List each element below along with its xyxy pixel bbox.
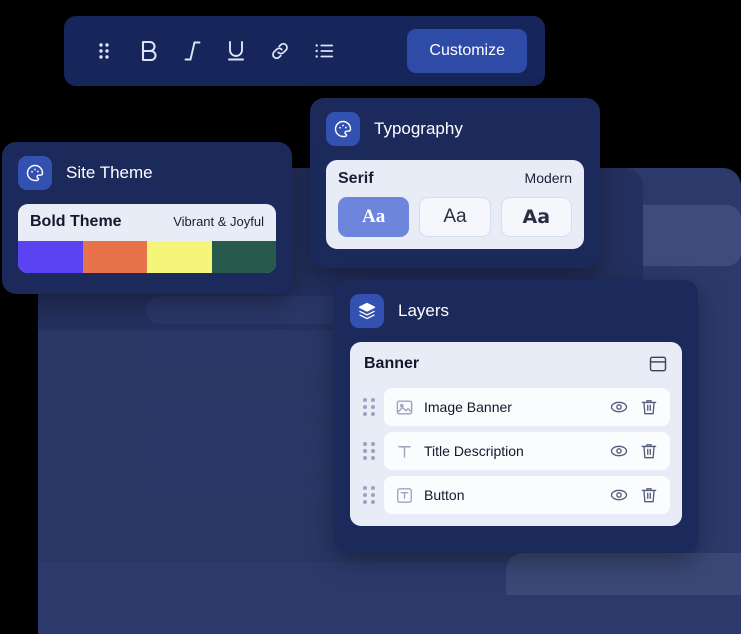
link-icon[interactable]: [258, 29, 302, 73]
underline-icon[interactable]: [214, 29, 258, 73]
site-theme-panel[interactable]: Bold Theme Vibrant & Joyful: [18, 204, 276, 273]
site-theme-card: Site Theme Bold Theme Vibrant & Joyful: [2, 142, 292, 294]
theme-mood: Vibrant & Joyful: [173, 214, 264, 229]
drag-handle-icon[interactable]: [362, 396, 376, 418]
color-swatch-1[interactable]: [18, 241, 83, 273]
drag-handle-icon[interactable]: [362, 440, 376, 462]
text-t-icon: [395, 442, 414, 461]
typography-options: Aa Aa Aa: [338, 197, 572, 237]
list-item[interactable]: Image Banner: [384, 388, 670, 426]
typography-option-sans[interactable]: Aa: [419, 197, 491, 237]
layers-card-header: Layers: [350, 294, 682, 328]
eye-icon[interactable]: [609, 485, 629, 505]
image-icon: [395, 398, 414, 417]
text-formatting-toolbar: Customize: [64, 16, 545, 86]
layer-row: Button: [362, 476, 670, 514]
button-boxed-t-icon: [395, 486, 414, 505]
bold-icon[interactable]: [126, 29, 170, 73]
layers-card: Layers Banner Image Banner Title Descrip…: [334, 280, 698, 552]
layers-icon: [350, 294, 384, 328]
eye-icon[interactable]: [609, 441, 629, 461]
palette-icon: [326, 112, 360, 146]
site-theme-labels: Bold Theme Vibrant & Joyful: [18, 204, 276, 241]
eye-icon[interactable]: [609, 397, 629, 417]
list-item[interactable]: Title Description: [384, 432, 670, 470]
drag-handle-icon[interactable]: [82, 29, 126, 73]
color-swatch-4[interactable]: [211, 241, 276, 273]
theme-name: Bold Theme: [30, 213, 122, 230]
trash-icon[interactable]: [639, 485, 659, 505]
palette-icon: [18, 156, 52, 190]
site-theme-card-header: Site Theme: [18, 156, 276, 190]
layers-section-header: Banner: [362, 352, 670, 382]
typography-card: Typography Serif Modern Aa Aa Aa: [310, 98, 600, 268]
bulleted-list-icon[interactable]: [302, 29, 346, 73]
layers-card-title: Layers: [398, 301, 450, 320]
typography-panel: Serif Modern Aa Aa Aa: [326, 160, 584, 249]
site-theme-card-title: Site Theme: [66, 163, 153, 182]
layers-panel: Banner Image Banner Title Description Bu…: [350, 342, 682, 526]
screenshot-root: Customize Typography Serif Modern Aa Aa: [0, 0, 741, 634]
layer-label: Button: [424, 487, 465, 503]
layer-label: Title Description: [424, 443, 524, 459]
list-item[interactable]: Button: [384, 476, 670, 514]
typography-card-header: Typography: [326, 112, 584, 146]
theme-palette: [18, 241, 276, 273]
canvas-accent-band-bottom: [506, 553, 741, 595]
typography-option-bold[interactable]: Aa: [500, 197, 572, 237]
layers-section-label: Banner: [364, 355, 420, 372]
layer-row: Image Banner: [362, 388, 670, 426]
drag-handle-icon[interactable]: [362, 484, 376, 506]
color-swatch-3[interactable]: [147, 241, 212, 273]
trash-icon[interactable]: [639, 397, 659, 417]
typography-option-serif[interactable]: Aa: [338, 197, 410, 237]
customize-button[interactable]: Customize: [407, 29, 527, 73]
typography-left-label: Serif: [338, 170, 374, 187]
typography-card-title: Typography: [374, 119, 463, 138]
typography-labels: Serif Modern: [338, 170, 572, 188]
italic-icon[interactable]: [170, 29, 214, 73]
color-swatch-2[interactable]: [82, 241, 147, 273]
layout-window-icon[interactable]: [648, 354, 668, 374]
typography-right-label: Modern: [524, 170, 572, 186]
layer-row: Title Description: [362, 432, 670, 470]
layer-label: Image Banner: [424, 399, 512, 415]
trash-icon[interactable]: [639, 441, 659, 461]
